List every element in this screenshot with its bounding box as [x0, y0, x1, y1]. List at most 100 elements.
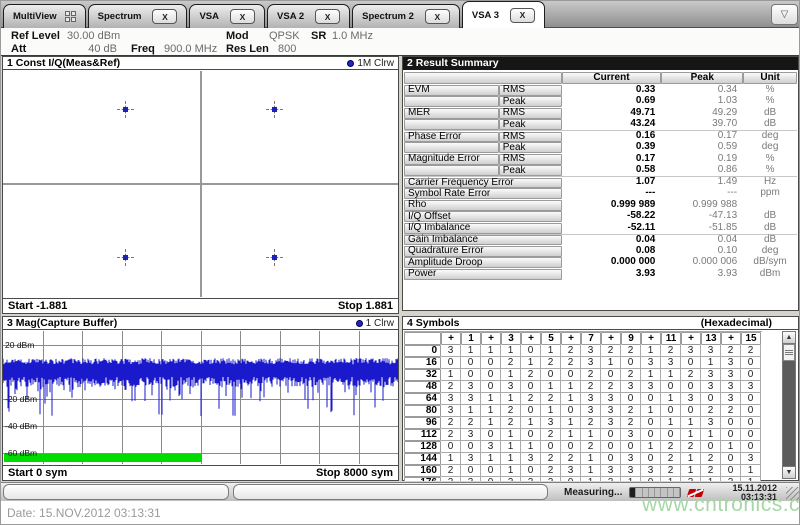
tab-label: Spectrum 2 [362, 11, 414, 22]
tab-close-button[interactable]: X [424, 9, 450, 24]
tab-overflow-button[interactable]: ▽ [771, 4, 798, 25]
symbol-value: 2 [501, 357, 521, 369]
symbol-value: 0 [741, 429, 761, 441]
result-summary-row: Peak 0.69 1.03% [404, 95, 797, 107]
multiview-grid-icon [64, 11, 76, 22]
tab-close-button[interactable]: X [230, 9, 256, 24]
symbol-value: 3 [601, 393, 621, 405]
scrollbar-track[interactable] [782, 344, 796, 466]
result-summary-row: Power 3.93 3.93 dBm [404, 268, 797, 280]
symbol-value: 2 [601, 345, 621, 357]
symbols-titlebar[interactable]: 4 Symbols (Hexadecimal) [403, 317, 798, 330]
symbols-scrollbar[interactable]: ▲ ▼ [782, 331, 796, 479]
symbols-row-index: 128 [404, 441, 441, 453]
result-unit: deg [761, 130, 779, 142]
symbol-value: 0 [701, 441, 721, 453]
trace-label: 1M Clrw [357, 57, 394, 69]
tab-vsa-2[interactable]: VSA 2 X [267, 4, 351, 28]
symbol-value: 1 [461, 405, 481, 417]
result-current-value: 0.04 [635, 233, 656, 245]
tab-close-button[interactable]: X [315, 9, 341, 24]
result-sublabel: RMS [498, 84, 562, 96]
freq-value[interactable]: 900.0 MHz [164, 43, 217, 55]
symbol-value: 2 [701, 405, 721, 417]
ref-level-value[interactable]: 30.00 dBm [67, 30, 120, 42]
mag-start-label: Start 0 sym [8, 467, 68, 479]
symbols-col-header: + [441, 332, 461, 345]
symbol-value: 0 [741, 369, 761, 381]
symbol-value: 2 [461, 417, 481, 429]
symbol-value: 0 [681, 405, 701, 417]
symbols-row-index: 32 [404, 369, 441, 381]
symbol-value: 1 [661, 417, 681, 429]
result-peak-value: -47.13 [708, 210, 738, 222]
symbol-value: 1 [601, 357, 621, 369]
symbol-value: 2 [561, 357, 581, 369]
result-peak-value: 0.59 [717, 141, 738, 153]
tab-spectrum-2[interactable]: Spectrum 2 X [352, 4, 460, 28]
symbol-value: 0 [521, 465, 541, 477]
symbol-value: 1 [521, 417, 541, 429]
symbol-value: 2 [441, 477, 461, 481]
symbol-value: 0 [741, 393, 761, 405]
symbol-value: 1 [561, 393, 581, 405]
symbol-value: 3 [621, 453, 641, 465]
const-window-titlebar[interactable]: 1 Const I/Q(Meas&Ref) 1M Clrw [3, 57, 398, 70]
trace-label: 1 Clrw [365, 317, 394, 329]
att-value[interactable]: 40 dB [71, 43, 117, 55]
scroll-down-icon[interactable]: ▼ [782, 466, 796, 479]
mag-window-titlebar[interactable]: 3 Mag(Capture Buffer) 1 Clrw [3, 317, 398, 330]
symbol-value: 0 [461, 369, 481, 381]
symbol-value: 2 [521, 393, 541, 405]
result-summary-header-row: Current Peak Unit [404, 71, 797, 84]
result-peak-value: 1.03 [717, 95, 738, 107]
result-unit: ppm [760, 187, 780, 199]
result-current-value: 0.08 [635, 244, 656, 256]
tab-label: MultiView [13, 11, 57, 22]
result-unit: % [765, 164, 775, 176]
result-summary-row: Peak 0.58 0.86% [404, 164, 797, 176]
symbol-value: 3 [701, 345, 721, 357]
symbol-value: 3 [601, 465, 621, 477]
scrollbar-thumb[interactable] [783, 344, 795, 361]
symbol-value: 1 [681, 453, 701, 465]
sr-value[interactable]: 1.0 MHz [332, 30, 373, 42]
scroll-up-icon[interactable]: ▲ [782, 331, 796, 344]
constellation-plot [3, 71, 398, 297]
result-summary-titlebar[interactable]: 2 Result Summary [403, 57, 798, 70]
symbol-value: 2 [521, 477, 541, 481]
result-summary-row: Phase Error RMS 0.16 0.17 deg [404, 130, 797, 142]
mag-y-axis-label: 20 dBm [5, 340, 35, 350]
result-unit: % [765, 83, 775, 95]
result-sublabel: RMS [498, 153, 562, 165]
symbol-value: 1 [521, 441, 541, 453]
tab-close-button[interactable]: X [509, 7, 535, 23]
tab-spectrum[interactable]: Spectrum X [87, 4, 188, 28]
symbol-value: 2 [541, 393, 561, 405]
symbol-value: 3 [481, 441, 501, 453]
symbol-value: 3 [581, 393, 601, 405]
mag-y-axis-label: -60 dBm [5, 448, 38, 458]
symbol-value: 2 [741, 345, 761, 357]
symbol-value: 1 [561, 417, 581, 429]
symbol-value: 0 [701, 393, 721, 405]
softkey-bar-1 [3, 484, 229, 500]
result-peak-value: 0.86 [717, 164, 738, 176]
tab-multiview[interactable]: MultiView [3, 4, 86, 28]
const-iq-window: 1 Const I/Q(Meas&Ref) 1M Clrw Start -1.8… [2, 56, 399, 314]
symbols-col-header: + [561, 332, 581, 345]
result-label [404, 119, 499, 130]
symbols-title: 4 Symbols [407, 316, 460, 329]
result-current-value: 0.69 [635, 95, 656, 107]
result-summary-row: Carrier Frequency Error 1.07 1.49 Hz [404, 176, 797, 188]
tab-vsa-3[interactable]: VSA 3 X [461, 1, 545, 28]
res-len-value[interactable]: 800 [278, 43, 296, 55]
tab-strip: MultiView Spectrum X VSA X VSA 2 X Spectrum 2XV… [1, 1, 799, 28]
result-summary-row: I/Q Imbalance -52.11 -51.85 dB [404, 222, 797, 234]
mod-value[interactable]: QPSK [269, 30, 300, 42]
tab-vsa[interactable]: VSA X [189, 4, 266, 28]
trace-color-dot-icon [347, 59, 355, 67]
symbol-value: 1 [441, 369, 461, 381]
tab-close-button[interactable]: X [152, 9, 178, 24]
result-summary-row: Magnitude Error RMS 0.17 0.19% [404, 153, 797, 165]
